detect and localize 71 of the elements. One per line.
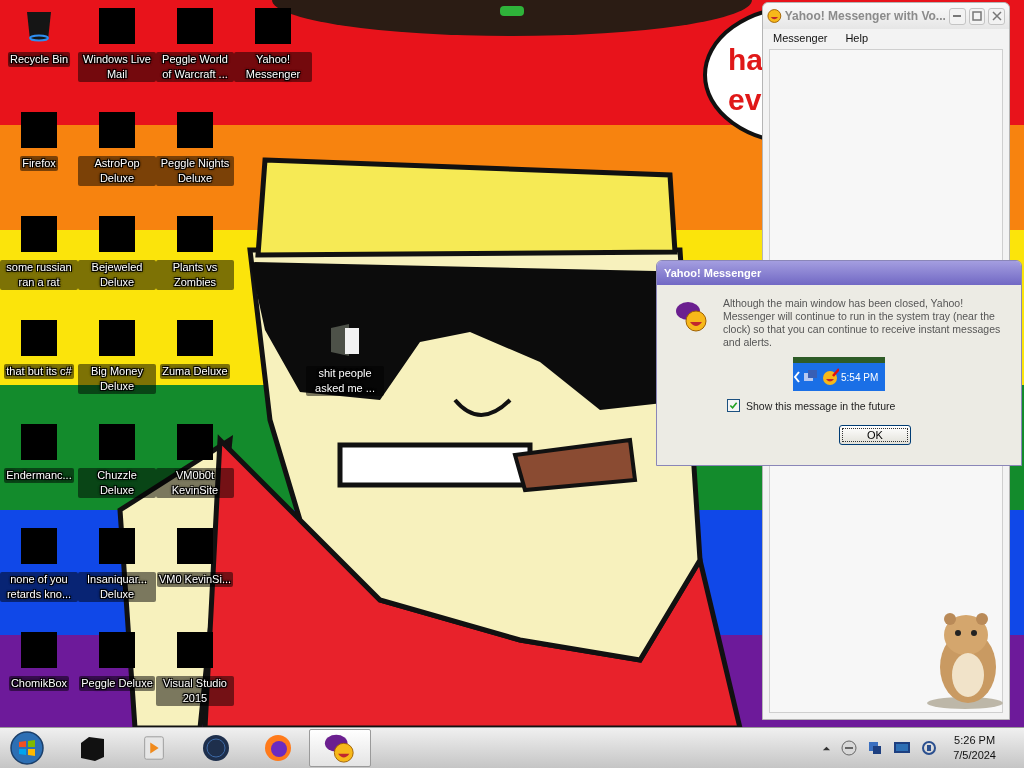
start-button-icon[interactable] [8,730,46,766]
redacted-icon[interactable] [21,528,57,564]
redacted-icon[interactable] [99,112,135,148]
desktop-icon-label[interactable]: ChomikBox [8,676,70,691]
desktop-icon-label[interactable]: Windows Live Mail [78,52,156,82]
desktop-icon-label[interactable]: Plants vs Zombies [156,260,234,290]
redacted-icon[interactable] [99,424,135,460]
network-icon[interactable] [867,740,884,756]
tray-clock-text: 5:54 PM [841,371,879,383]
desktop-icon-label[interactable]: Peggle World of Warcraft ... [156,52,234,82]
desktop-icon-label[interactable]: Zuma Deluxe [160,364,230,379]
desktop-icon-label[interactable]: Big Money Deluxe [78,364,156,394]
minimize-button[interactable] [948,7,966,25]
redacted-icon[interactable] [99,216,135,252]
yahoo-smiley-icon [675,299,709,333]
dialog-message: Although the main window has been closed, Yahoo! Messenger will continue to run in the system tray (near the clock) so that you can continue to receive instant messages and alerts. [723,297,1002,349]
clock-time[interactable]: 5:26 PM [954,733,996,748]
desktop-icon-label[interactable]: none of you retards kno... [0,572,78,602]
redacted-icon[interactable] [21,424,57,460]
redacted-icon[interactable] [177,112,213,148]
wallpaper-text: ha [728,42,763,78]
redacted-icon[interactable] [21,112,57,148]
checkbox[interactable] [727,399,740,412]
redacted-icon[interactable] [255,8,291,44]
maximize-icon [971,11,982,21]
maximize-button[interactable] [968,7,986,25]
monitor-icon[interactable] [893,740,912,756]
desktop-icon-label[interactable]: Recycle Bin [7,52,71,67]
minimize-icon [953,15,962,17]
close-icon [991,11,1002,21]
desktop-icon-label[interactable]: Yahoo! Messenger [234,52,312,82]
redacted-icon[interactable] [177,320,213,356]
ok-button[interactable]: OK [839,425,911,445]
redacted-icon[interactable] [21,632,57,668]
desktop-icon-label[interactable]: Bejeweled Deluxe [78,260,156,290]
redacted-icon[interactable] [99,528,135,564]
redacted-icon[interactable] [177,632,213,668]
dialog-title: Yahoo! Messenger [664,267,762,279]
yahoo-smiley-icon [324,732,356,764]
desktop-icon-label[interactable]: AstroPop Deluxe [78,156,156,186]
globe-icon [201,733,231,763]
clock-date[interactable]: 7/5/2024 [953,748,996,763]
redacted-icon[interactable] [177,8,213,44]
menu-item[interactable]: Messenger [773,32,828,44]
desktop-icon-label[interactable]: Insaniquar... Deluxe [78,572,156,602]
circle-icon[interactable] [841,740,858,756]
close-button[interactable] [988,7,1005,25]
redacted-icon[interactable] [21,320,57,356]
redacted-icon[interactable] [177,424,213,460]
menu-item[interactable]: Help [845,32,869,44]
firefox-icon [263,733,293,763]
window-title: Yahoo! Messenger with Vo... [784,9,946,23]
desktop-icon-label[interactable]: Firefox [20,156,58,171]
desktop-icon-label[interactable]: Chuzzle Deluxe [78,468,156,498]
desktop-icon-label[interactable]: Peggle Nights Deluxe [156,156,234,186]
redacted-icon[interactable] [177,528,213,564]
desktop-icon-label[interactable]: that but its c# [4,364,74,379]
redacted-icon[interactable] [21,216,57,252]
checkbox-label: Show this message in the future [746,399,896,412]
speaker-icon[interactable] [921,740,938,756]
desktop-icon-label[interactable]: shit people asked me ... [306,366,384,396]
redacted-icon[interactable] [99,320,135,356]
redacted-icon[interactable] [177,216,213,252]
redacted-icon[interactable] [99,8,135,44]
taskbar-app-button[interactable] [309,729,371,767]
desktop-icon-label[interactable]: Endermanc... [4,468,74,483]
redacted-icon[interactable] [99,632,135,668]
smiley-icon [767,8,782,24]
wallpaper-text: ev [728,82,763,118]
tray-icons-drawing [793,368,839,386]
desktop-icon-label[interactable]: some russian ran a rat [0,260,78,290]
